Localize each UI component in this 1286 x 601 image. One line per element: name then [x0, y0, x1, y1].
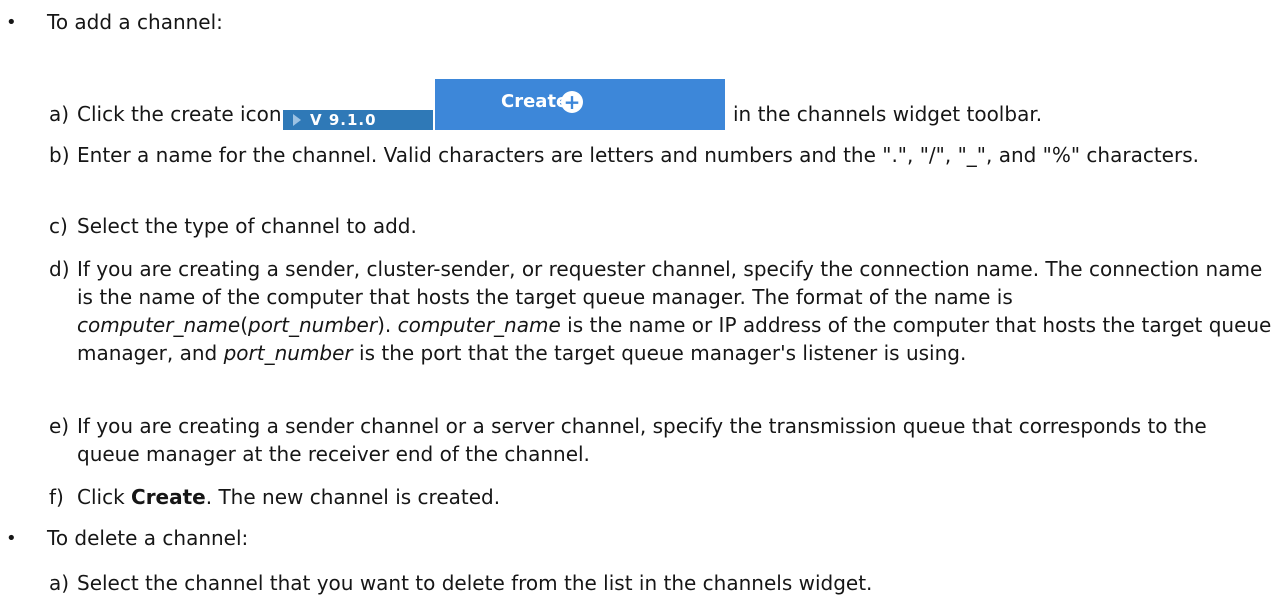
step-text: If you are creating a sender, cluster-se… [77, 255, 1274, 367]
bullet-icon: • [6, 12, 17, 33]
term-computer-name: computer_name [77, 313, 241, 337]
step-c-add: c) Select the type of channel to add. [49, 212, 1274, 240]
create-keyword: Create [131, 485, 206, 509]
create-button-label: Create [501, 91, 569, 112]
step-text: If you are creating a sender channel or … [77, 414, 1207, 466]
term-port-number: port_number [248, 313, 378, 337]
section-heading-delete: To delete a channel: [47, 526, 249, 550]
step-text-after: in the channels widget toolbar. [733, 102, 1043, 126]
step-text: Select the channel that you want to dele… [77, 571, 873, 595]
step-b-add: b) Enter a name for the channel. Valid c… [49, 141, 1274, 169]
step-letter: d) [49, 257, 70, 281]
step-letter: b) [49, 143, 70, 167]
step-text-part: Click [77, 485, 132, 509]
create-button[interactable]: Create + [435, 79, 725, 130]
step-text-part: is the port that the target queue manage… [352, 341, 967, 365]
play-arrow-icon [293, 114, 301, 126]
step-text: Select the type of channel to add. [77, 214, 417, 238]
step-text-part: ( [240, 313, 248, 337]
step-a-add: a) Click the create icon V 9.1.0 Create … [49, 78, 1279, 132]
step-letter: c) [49, 214, 68, 238]
step-letter: f) [49, 485, 64, 509]
step-text-part: If you are creating a sender, cluster-se… [77, 257, 1263, 309]
step-text: Click the create icon [77, 102, 282, 126]
step-e-add: e) If you are creating a sender channel … [49, 412, 1274, 468]
add-circle-icon: + [561, 91, 583, 113]
step-text-part: ). [377, 313, 398, 337]
step-letter: a) [49, 571, 70, 595]
step-d-add: d) If you are creating a sender, cluster… [49, 255, 1274, 367]
version-badge: V 9.1.0 [283, 110, 433, 130]
step-letter: a) [49, 102, 70, 126]
step-a-delete: a) Select the channel that you want to d… [49, 569, 1274, 597]
term-port-number: port_number [223, 341, 353, 365]
step-f-add: f) Click Create. The new channel is crea… [49, 483, 1274, 511]
term-computer-name: computer_name [397, 313, 561, 337]
step-text: Enter a name for the channel. Valid char… [77, 143, 1199, 167]
bullet-icon: • [6, 528, 17, 549]
version-label: V 9.1.0 [310, 111, 377, 129]
step-text-part: . The new channel is created. [205, 485, 501, 509]
section-heading-add: To add a channel: [47, 10, 223, 34]
step-text: Click Create. The new channel is created… [77, 483, 1274, 511]
step-letter: e) [49, 414, 70, 438]
